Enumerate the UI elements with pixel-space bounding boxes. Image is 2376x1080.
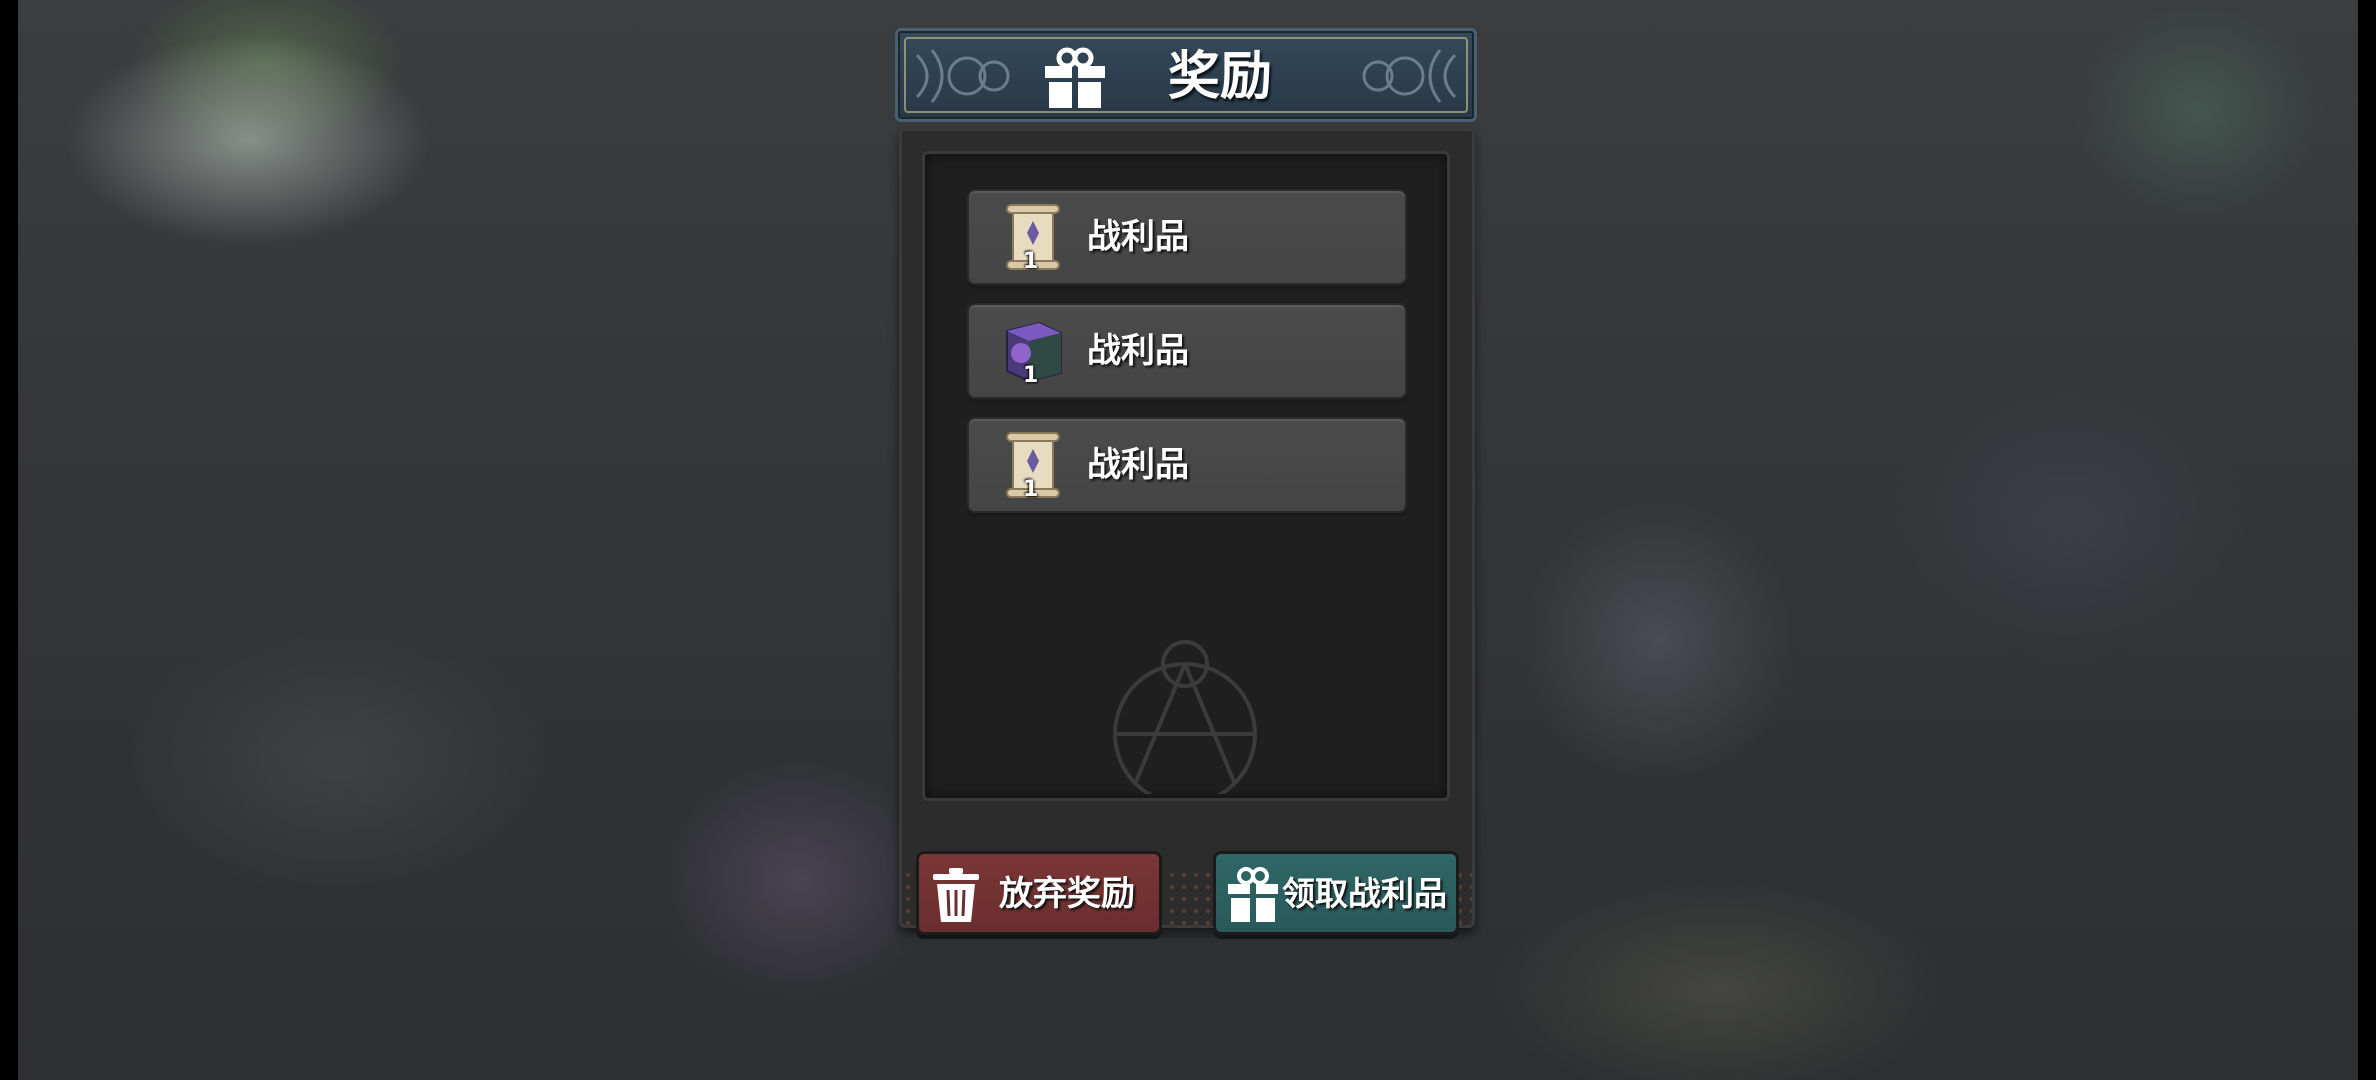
- reward-label: 战利品: [1087, 445, 1189, 485]
- claim-loot-button[interactable]: 领取战利品: [1213, 851, 1459, 935]
- claim-loot-label: 领取战利品: [1282, 874, 1447, 913]
- ornament-icon: [1362, 49, 1457, 103]
- reward-item[interactable]: 1 战利品: [967, 417, 1407, 513]
- screen-edge-right: [2358, 0, 2376, 1080]
- reward-item[interactable]: 1 战利品: [967, 303, 1407, 399]
- dialog-header: 奖励: [895, 28, 1477, 122]
- reward-item[interactable]: 1 战利品: [967, 189, 1407, 285]
- reward-label: 战利品: [1087, 331, 1189, 371]
- reward-quantity: 1: [1023, 363, 1039, 388]
- discard-rewards-button[interactable]: 放弃奖励: [916, 851, 1162, 935]
- reward-label: 战利品: [1087, 217, 1189, 257]
- dialog-title: 奖励: [1168, 47, 1273, 107]
- reward-quantity: 1: [1023, 477, 1039, 502]
- discard-rewards-label: 放弃奖励: [999, 874, 1135, 914]
- reward-quantity: 1: [1023, 249, 1039, 274]
- reward-dialog: 奖励 1 战利品 1 战利品 1 战利品 放弃奖励 领取战利品: [895, 28, 1477, 935]
- reward-list[interactable]: 1 战利品 1 战利品 1 战利品: [922, 151, 1450, 801]
- dialog-body: 1 战利品 1 战利品 1 战利品 放弃奖励 领取战利品: [899, 128, 1475, 935]
- gift-icon: [1045, 47, 1105, 108]
- ornament-icon: [915, 49, 1010, 103]
- trash-icon: [933, 868, 979, 922]
- gift-icon: [1228, 867, 1278, 922]
- screen-edge-left: [0, 0, 18, 1080]
- emblem-watermark-icon: [1113, 640, 1257, 794]
